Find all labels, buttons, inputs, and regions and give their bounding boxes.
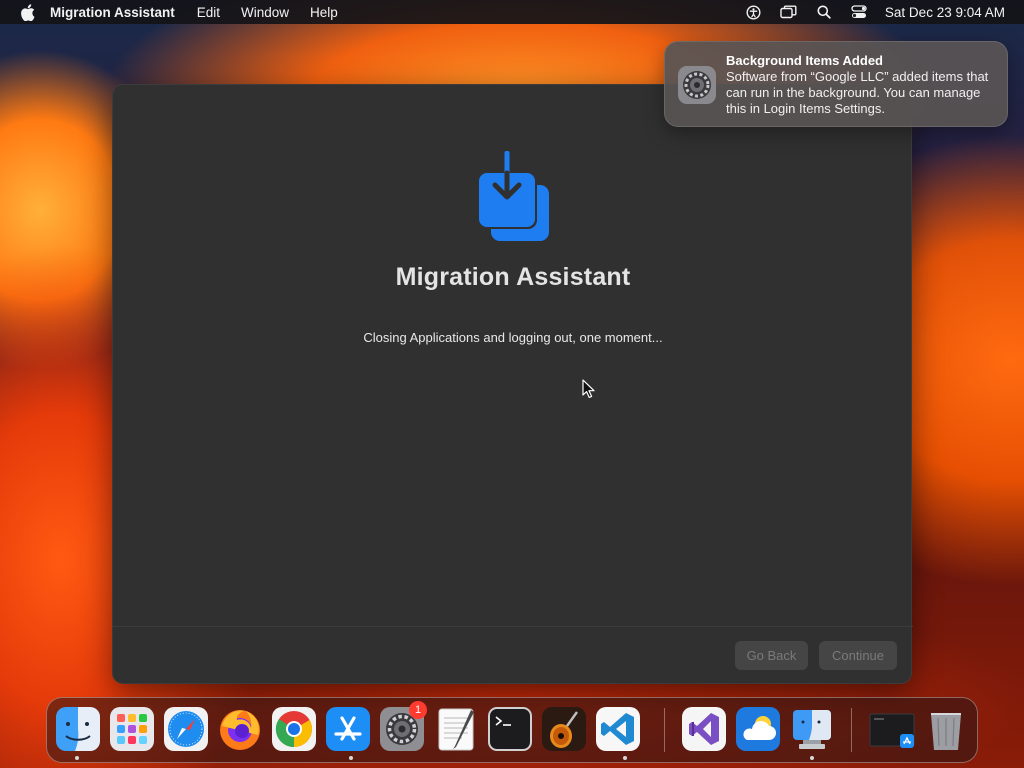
app-store-icon[interactable] — [325, 706, 371, 752]
menu-help[interactable]: Help — [310, 5, 338, 20]
chrome-icon[interactable] — [271, 706, 317, 752]
downloads-stack-icon[interactable] — [869, 706, 915, 752]
system-settings-dock-icon[interactable]: 1 — [379, 701, 427, 752]
migration-download-icon — [471, 150, 555, 245]
menubar-clock[interactable]: Sat Dec 23 9:04 AM — [885, 5, 1005, 20]
garageband-icon[interactable] — [541, 706, 587, 752]
trash-icon[interactable] — [923, 706, 969, 752]
dock-separator — [851, 708, 852, 752]
firefox-icon[interactable] — [217, 706, 263, 752]
accessibility-icon[interactable] — [745, 3, 763, 21]
notification-body: Software from “Google LLC” added items t… — [726, 69, 989, 116]
menu-edit[interactable]: Edit — [197, 5, 220, 20]
safari-icon[interactable] — [163, 706, 209, 752]
visual-studio-icon[interactable] — [681, 706, 727, 752]
continue-button[interactable]: Continue — [819, 641, 897, 670]
spotlight-search-icon[interactable] — [815, 3, 833, 21]
dock: 1 — [46, 697, 978, 763]
launchpad-icon[interactable] — [109, 706, 155, 752]
system-settings-icon — [677, 65, 717, 105]
status-message: Closing Applications and logging out, on… — [363, 330, 663, 345]
dock-separator — [664, 708, 665, 752]
apple-menu-icon[interactable] — [18, 3, 36, 21]
running-indicator — [75, 756, 79, 760]
screen-mirroring-icon[interactable] — [780, 3, 798, 21]
notification-title: Background Items Added — [726, 53, 883, 68]
running-indicator — [349, 756, 353, 760]
menu-app-name[interactable]: Migration Assistant — [50, 5, 175, 20]
weather-icon[interactable] — [735, 706, 781, 752]
finder-icon[interactable] — [55, 706, 101, 752]
menu-window[interactable]: Window — [241, 5, 289, 20]
vscode-icon[interactable] — [595, 706, 641, 752]
running-indicator — [623, 756, 627, 760]
migration-assistant-window: Migration Assistant Closing Applications… — [112, 84, 913, 684]
mouse-pointer-icon — [582, 379, 596, 399]
menu-bar: Migration Assistant Edit Window Help Sat… — [0, 0, 1024, 24]
window-title: Migration Assistant — [395, 263, 631, 291]
go-back-button[interactable]: Go Back — [735, 641, 808, 670]
control-center-icon[interactable] — [850, 3, 868, 21]
running-indicator — [810, 756, 814, 760]
background-items-notification[interactable]: Background Items Added Software from “Go… — [664, 41, 1008, 127]
notification-badge: 1 — [409, 701, 427, 719]
terminal-icon[interactable] — [487, 706, 533, 752]
footer-divider — [113, 626, 913, 627]
textedit-icon[interactable] — [433, 706, 479, 752]
migration-assistant-icon[interactable] — [789, 706, 835, 752]
